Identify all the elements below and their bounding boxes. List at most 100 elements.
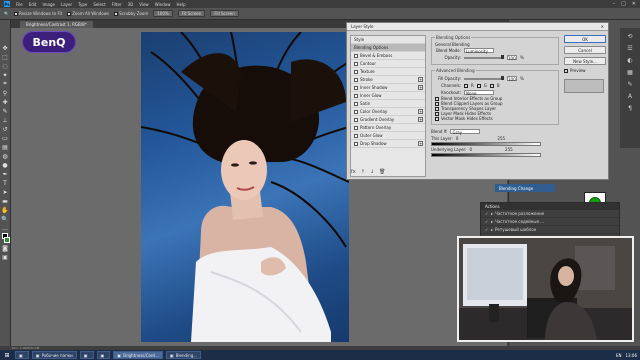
fx-icon[interactable]: fx [351, 169, 356, 175]
check-icon[interactable]: ✓ [485, 227, 489, 232]
style-checkbox[interactable] [354, 101, 358, 106]
menu-select[interactable]: Select [93, 2, 105, 7]
healing-brush-tool-icon[interactable]: ✚ [1, 98, 9, 106]
background-color-swatch[interactable] [4, 237, 10, 243]
delete-icon[interactable]: 🗑 [379, 169, 385, 175]
preview-checkbox[interactable] [564, 68, 568, 73]
move-down-icon[interactable]: ↓ [370, 169, 374, 175]
style-list-item[interactable]: Texture [351, 68, 425, 76]
style-list-item[interactable]: Drop Shadow + [351, 140, 425, 148]
taskbar-item[interactable]: ▣ Brightness/Cont... [113, 351, 163, 359]
zoom-100-button[interactable]: 100% [153, 10, 173, 17]
action-item[interactable]: ✓ ▸ Частотное седейные ... [481, 218, 619, 226]
menu-window[interactable]: Window [155, 2, 171, 7]
language-indicator[interactable]: EN [616, 353, 622, 358]
check-icon[interactable]: ✓ [485, 219, 489, 224]
action-item[interactable]: ✓ ▸ Ретушевый шаблон [481, 226, 619, 234]
pen-tool-icon[interactable]: ✒ [1, 170, 9, 178]
zoom-all-checkbox[interactable] [67, 11, 72, 16]
zoom-tool-icon[interactable]: 🔍 [1, 215, 9, 223]
fill-opacity-input[interactable]: 100 [507, 76, 517, 82]
scrubby-zoom-checkbox[interactable] [114, 11, 119, 16]
style-list-item[interactable]: Gradient Overlay + [351, 116, 425, 124]
style-list-item[interactable]: Outer Glow [351, 132, 425, 140]
style-list-item[interactable]: Stroke + [351, 76, 425, 84]
style-list-item[interactable]: Blending Options [351, 44, 425, 52]
style-checkbox[interactable] [354, 61, 358, 66]
style-checkbox[interactable] [354, 117, 358, 122]
hand-tool-icon[interactable]: ✋ [1, 206, 9, 214]
style-list-item[interactable]: Style [351, 36, 425, 44]
quick-mask-icon[interactable]: ◙ [1, 244, 9, 252]
crop-tool-icon[interactable]: ⌗ [1, 80, 9, 88]
action-item[interactable]: ✓ ▸ Частотное разложение [481, 210, 619, 218]
dodge-tool-icon[interactable]: ● [1, 161, 9, 169]
marquee-tool-icon[interactable]: ⬚ [1, 53, 9, 61]
style-list-item[interactable]: Bevel & Emboss [351, 52, 425, 60]
adjustments-panel-icon[interactable]: ◐ [626, 56, 634, 64]
taskbar-item[interactable]: ▣ [79, 351, 94, 359]
magic-wand-tool-icon[interactable]: ✦ [1, 71, 9, 79]
move-tool-icon[interactable]: ✥ [1, 44, 9, 52]
style-checkbox[interactable] [354, 133, 358, 138]
brush-tool-icon[interactable]: ✎ [1, 107, 9, 115]
check-icon[interactable]: ✓ [485, 211, 489, 216]
menu-image[interactable]: Image [42, 2, 55, 7]
document-photo[interactable] [141, 32, 349, 342]
underlying-gradient[interactable] [431, 153, 541, 157]
screen-mode-icon[interactable]: ▣ [1, 253, 9, 261]
shape-tool-icon[interactable]: ▬ [1, 197, 9, 205]
paragraph-panel-icon[interactable]: ¶ [626, 104, 634, 112]
path-selection-tool-icon[interactable]: ➤ [1, 188, 9, 196]
gradient-tool-icon[interactable]: ▤ [1, 143, 9, 151]
option-checkbox[interactable] [435, 111, 439, 116]
add-style-icon[interactable]: + [418, 85, 423, 90]
style-checkbox[interactable] [354, 69, 358, 74]
add-style-icon[interactable]: + [418, 141, 423, 146]
properties-panel-icon[interactable]: ☰ [626, 44, 634, 52]
ok-button[interactable]: OK [564, 35, 606, 43]
style-list-item[interactable]: Contour [351, 60, 425, 68]
knockout-select[interactable]: None [464, 90, 494, 96]
add-style-icon[interactable]: + [418, 77, 423, 82]
add-style-icon[interactable]: + [418, 117, 423, 122]
option-checkbox[interactable] [435, 116, 439, 121]
close-icon[interactable]: ✕ [632, 1, 636, 7]
scrubby-zoom-option[interactable]: Scrubby Zoom [114, 11, 148, 16]
option-checkbox[interactable] [435, 101, 439, 106]
style-list-item[interactable]: Inner Shadow + [351, 84, 425, 92]
eyedropper-tool-icon[interactable]: ⚲ [1, 89, 9, 97]
new-style-button[interactable]: New Style... [564, 57, 606, 65]
menu-file[interactable]: File [16, 2, 23, 7]
swatches-panel-icon[interactable]: ▦ [626, 68, 634, 76]
menu-help[interactable]: Help [176, 2, 185, 7]
clone-stamp-tool-icon[interactable]: ⊥ [1, 116, 9, 124]
taskbar-item[interactable]: ▣ [15, 351, 29, 359]
option-checkbox[interactable] [435, 106, 439, 111]
resize-windows-checkbox[interactable] [13, 11, 18, 16]
style-list-item[interactable]: Satin [351, 100, 425, 108]
preview-option[interactable]: Preview [564, 68, 606, 73]
document-tab[interactable]: Brightness/Contrast 1, RGB/8* [20, 20, 93, 28]
character-panel-icon[interactable]: A [626, 92, 634, 100]
style-checkbox[interactable] [354, 53, 358, 58]
type-tool-icon[interactable]: T [1, 179, 9, 187]
channel-r-checkbox[interactable] [464, 83, 468, 88]
more-tools-icon[interactable]: … [1, 224, 9, 232]
zoom-all-option[interactable]: Zoom All Windows [67, 11, 109, 16]
menu-3d[interactable]: 3D [128, 2, 134, 7]
blend-if-select[interactable]: Gray [450, 129, 481, 135]
fill-screen-button[interactable]: Fill Screen [210, 10, 239, 17]
blur-tool-icon[interactable]: ◍ [1, 152, 9, 160]
history-panel-icon[interactable]: ⟲ [626, 32, 634, 40]
menu-edit[interactable]: Edit [29, 2, 37, 7]
style-checkbox[interactable] [354, 125, 358, 130]
menu-view[interactable]: View [139, 2, 149, 7]
actions-panel-header[interactable]: Actions [481, 203, 619, 210]
move-up-icon[interactable]: ↑ [361, 169, 365, 175]
style-checkbox[interactable] [354, 77, 358, 82]
minimize-icon[interactable]: – [613, 1, 616, 7]
menu-layer[interactable]: Layer [61, 2, 72, 7]
blend-mode-select[interactable]: Luminosity [464, 48, 494, 54]
blending-change-label[interactable]: Blending Change [495, 184, 555, 192]
